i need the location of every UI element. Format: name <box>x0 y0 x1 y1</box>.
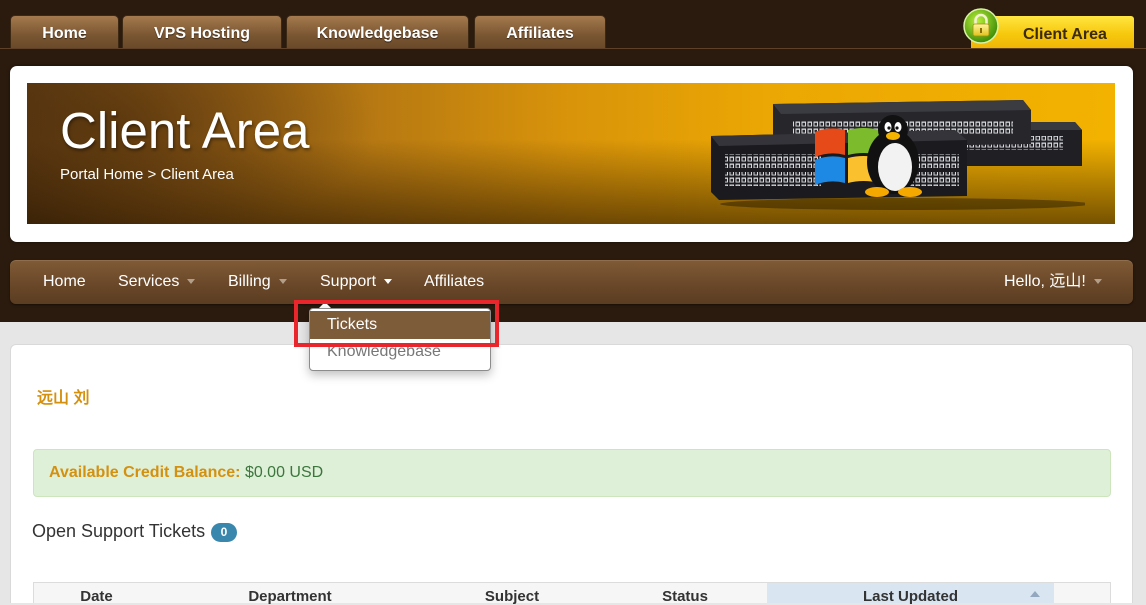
column-header-label: Date <box>80 588 113 605</box>
column-header-label: Status <box>662 588 708 605</box>
column-header-department[interactable]: Department <box>159 583 421 605</box>
column-header-label: Last Updated <box>862 588 958 605</box>
top-tab-home[interactable]: Home <box>10 15 119 48</box>
nav-home[interactable]: Home <box>43 260 86 304</box>
nav-item-label: Billing <box>228 273 271 290</box>
column-header-label: Department <box>248 588 332 605</box>
nav-item-label: Home <box>43 273 86 290</box>
dropdown-item-label: Knowledgebase <box>327 343 441 360</box>
caret-down-icon <box>278 279 287 285</box>
column-header-subject[interactable]: Subject <box>421 583 603 605</box>
nav-support[interactable]: Support <box>320 260 393 304</box>
nav-item-label: Services <box>118 273 180 290</box>
column-header-label: Subject <box>484 588 540 605</box>
client-name: 远山 刘 <box>37 390 90 407</box>
column-header-date[interactable]: Date <box>34 583 159 605</box>
credit-balance-value: $0.00 USD <box>244 464 324 481</box>
column-header-status[interactable]: Status <box>603 583 767 605</box>
credit-balance-label: Available Credit Balance: <box>49 464 241 481</box>
nav-billing[interactable]: Billing <box>228 260 287 304</box>
support-dropdown-menu: Tickets Knowledgebase <box>309 308 491 371</box>
open-tickets-heading: Open Support Tickets <box>32 521 206 541</box>
caret-down-icon <box>187 279 196 285</box>
credit-balance-alert: Available Credit Balance: $0.00 USD <box>33 449 1111 497</box>
client-area-tab-label: Client Area <box>1023 26 1107 43</box>
dropdown-item-label: Tickets <box>327 316 378 333</box>
top-tab-knowledgebase[interactable]: Knowledgebase <box>286 15 469 48</box>
top-tab-label: VPS Hosting <box>153 25 250 42</box>
tickets-table: Date Department Subject Status Last Upda… <box>33 582 1111 605</box>
breadcrumb-separator: > <box>147 166 157 183</box>
header-banner: Client Area Portal Home > Client Area <box>27 83 1115 224</box>
lock-icon <box>962 7 1000 45</box>
network-switch-image <box>711 100 1085 210</box>
sort-up-icon <box>1030 591 1040 597</box>
top-tab-affiliates[interactable]: Affiliates <box>474 15 606 48</box>
caret-down-icon <box>384 279 393 285</box>
nav-user-menu[interactable]: Hello, 远山! <box>1004 260 1102 304</box>
breadcrumb-home-link[interactable]: Portal Home <box>60 166 143 183</box>
main-nav: Home Services Billing Support Affiliates… <box>10 260 1133 304</box>
dropdown-item-tickets[interactable]: Tickets <box>310 311 490 339</box>
nav-item-label: Affiliates <box>424 273 485 290</box>
top-tab-vps-hosting[interactable]: VPS Hosting <box>122 15 282 48</box>
breadcrumb: Portal Home > Client Area <box>60 165 234 185</box>
dropdown-item-knowledgebase[interactable]: Knowledgebase <box>310 338 490 366</box>
nav-item-label: Support <box>320 273 377 290</box>
user-greeting: Hello, 远山! <box>1004 273 1086 290</box>
nav-services[interactable]: Services <box>118 260 196 304</box>
top-tab-label: Affiliates <box>506 25 574 42</box>
tickets-count-badge: 0 <box>211 523 237 542</box>
column-header-actions <box>1054 583 1110 603</box>
nav-affiliates[interactable]: Affiliates <box>424 260 484 304</box>
breadcrumb-current: Client Area <box>160 166 234 183</box>
top-tab-label: Knowledgebase <box>316 25 439 42</box>
page-title: Client Area <box>60 102 310 159</box>
caret-down-icon <box>1093 279 1102 285</box>
column-header-last-updated[interactable]: Last Updated <box>767 583 1054 605</box>
top-tab-label: Home <box>42 25 87 42</box>
